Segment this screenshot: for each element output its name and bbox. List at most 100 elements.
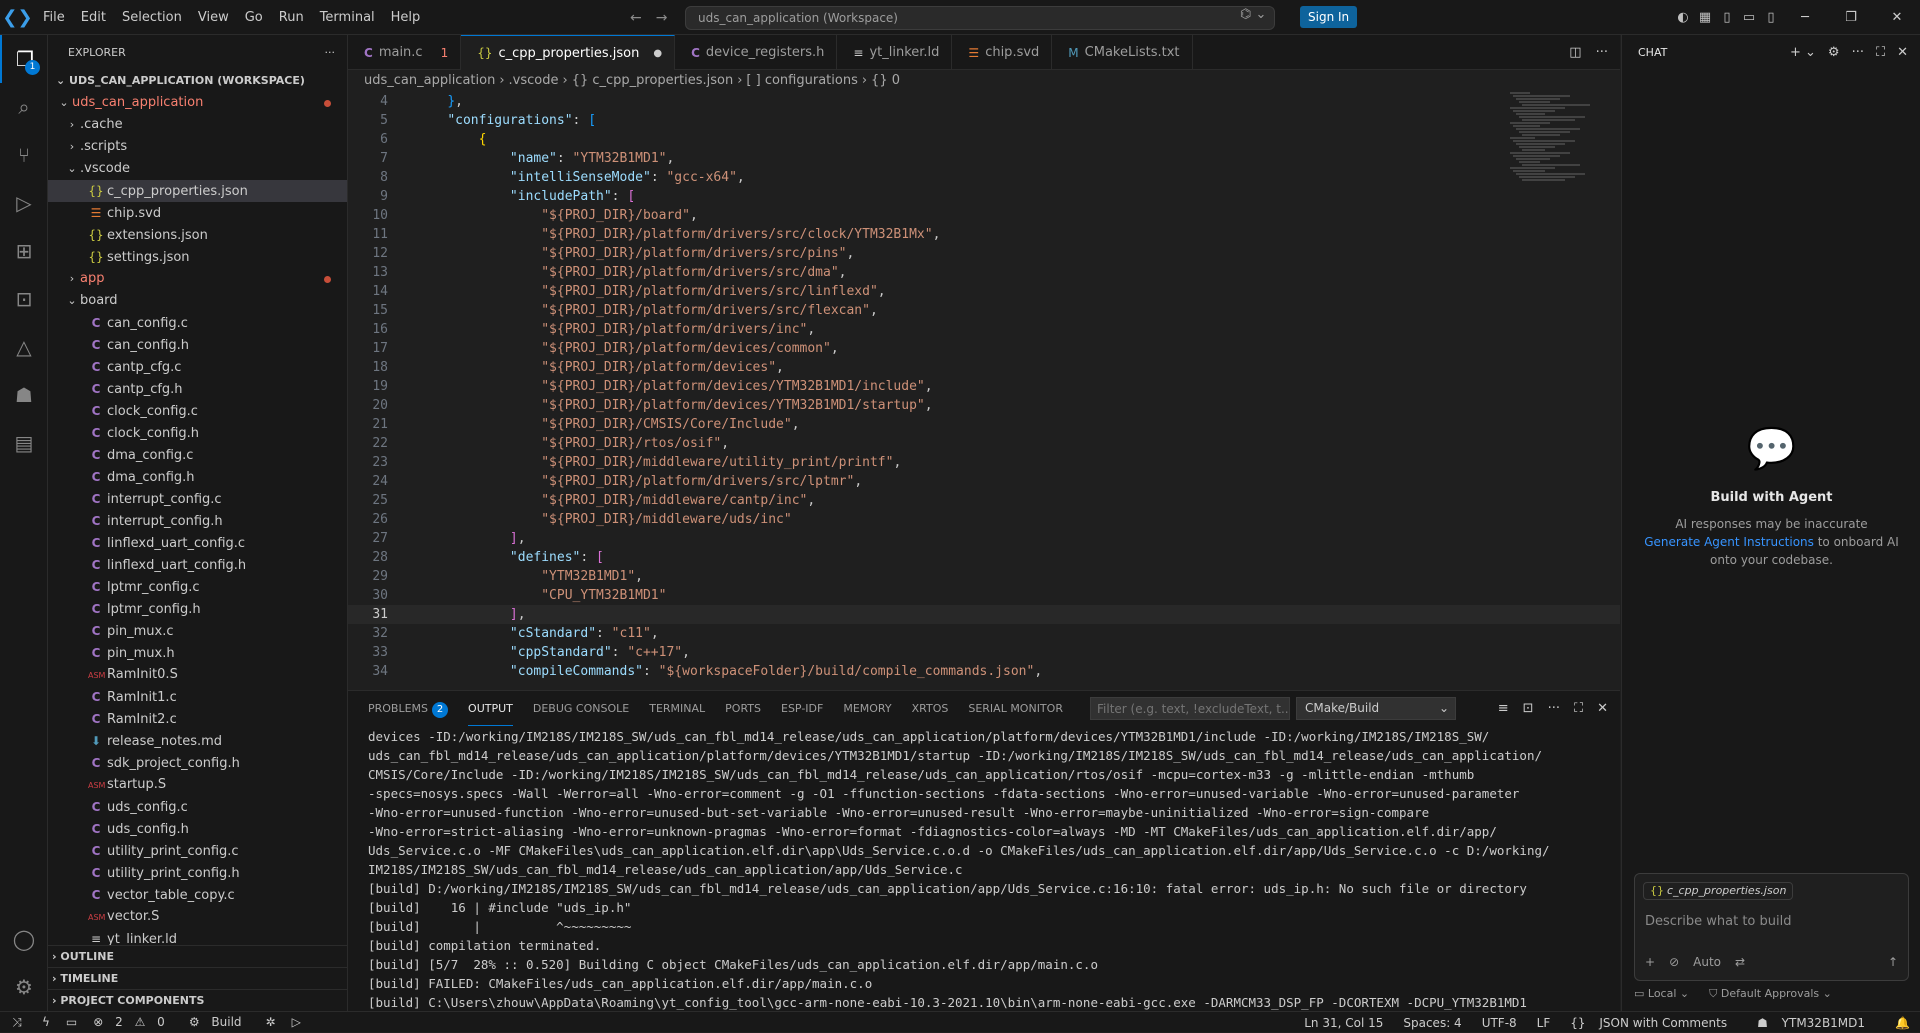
tree-item[interactable]: Ccantp_cfg.c <box>48 356 347 378</box>
restore-icon[interactable]: ❐ <box>1828 0 1874 35</box>
remote-icon[interactable]: ⤨ <box>0 1014 34 1030</box>
minimize-icon[interactable]: ─ <box>1782 0 1828 35</box>
command-center[interactable]: uds_can_application (Workspace) <box>685 6 1275 30</box>
menu-selection[interactable]: Selection <box>114 0 190 35</box>
tree-item[interactable]: Clinflexd_uart_config.c <box>48 532 347 554</box>
tools-icon[interactable]: ⊘ <box>1669 955 1679 969</box>
breadcrumb-item[interactable]: uds_can_application <box>364 73 495 88</box>
tree-item[interactable]: Ccantp_cfg.h <box>48 378 347 400</box>
generate-instructions-link[interactable]: Generate Agent Instructions <box>1644 535 1814 549</box>
tab-main-c[interactable]: Cmain.c 1 <box>348 35 462 70</box>
panel-tab-output[interactable]: OUTPUT <box>468 691 513 726</box>
tree-item[interactable]: Cutility_print_config.h <box>48 862 347 884</box>
more-actions-icon[interactable]: ··· <box>1548 701 1560 716</box>
indentation[interactable]: Spaces: 4 <box>1393 1016 1471 1030</box>
tab-yt-linker-ld[interactable]: ≡ yt_linker.ld <box>837 35 953 70</box>
more-actions-icon[interactable]: ··· <box>325 46 336 59</box>
tree-item[interactable]: ASM vector.S <box>48 906 347 928</box>
cmake-icon[interactable]: △ <box>0 323 48 371</box>
tree-item[interactable]: Cuds_config.h <box>48 818 347 840</box>
explorer-icon[interactable]: ❐ 1 <box>0 35 48 83</box>
lightning-icon[interactable]: ϟ <box>34 1015 58 1029</box>
add-context-icon[interactable]: + <box>1645 955 1655 969</box>
section-outline[interactable]: › OUTLINE <box>48 945 348 967</box>
copilot-icon[interactable]: ⌬ ⌄ <box>1240 7 1266 22</box>
tree-item[interactable]: {} c_cpp_properties.json <box>48 180 347 202</box>
launch-icon[interactable]: ▷ <box>284 1015 309 1029</box>
manage-gear-icon[interactable]: ⚙ <box>0 963 48 1011</box>
terminal-icon[interactable]: ▭ <box>58 1015 85 1029</box>
lock-scroll-icon[interactable]: ⊡ <box>1523 701 1534 716</box>
context-chip[interactable]: {} c_cpp_properties.json <box>1643 882 1794 900</box>
approvals-picker[interactable]: ⛉ Default Approvals ⌄ <box>1709 987 1832 1001</box>
settings-gear-icon[interactable]: ⚙ <box>1828 45 1840 60</box>
split-editor-icon[interactable]: ◫ <box>1569 45 1581 60</box>
tree-item[interactable]: Cpin_mux.c <box>48 620 347 642</box>
workspace-title[interactable]: ⌄ UDS_CAN_APPLICATION (WORKSPACE) <box>48 70 347 92</box>
customize-layout-icon[interactable]: ▦ <box>1694 0 1716 35</box>
new-chat-icon[interactable]: + ⌄ <box>1790 45 1816 60</box>
tree-item[interactable]: Cclock_config.h <box>48 422 347 444</box>
tree-item[interactable]: {} settings.json <box>48 246 347 268</box>
panel-tab-terminal[interactable]: TERMINAL <box>649 691 705 726</box>
output-filter-input[interactable] <box>1090 697 1290 720</box>
send-icon[interactable]: ↑ <box>1888 955 1898 969</box>
panel-tab-memory[interactable]: MEMORY <box>843 691 891 726</box>
more-actions-icon[interactable]: ··· <box>1852 45 1864 60</box>
section-timeline[interactable]: › TIMELINE <box>48 967 348 989</box>
breadcrumb-item[interactable]: {} 0 <box>871 73 900 88</box>
cursor-position[interactable]: Ln 31, Col 15 <box>1294 1016 1393 1030</box>
tree-item[interactable]: Clptmr_config.c <box>48 576 347 598</box>
tree-item[interactable]: Cdma_config.h <box>48 466 347 488</box>
run-debug-icon[interactable]: ▷ <box>0 179 48 227</box>
tree-item[interactable]: Cutility_print_config.c <box>48 840 347 862</box>
maximize-panel-icon[interactable]: ⛶ <box>1574 701 1583 716</box>
tree-item[interactable]: ⌄ .vscode <box>48 158 347 180</box>
accounts-icon[interactable]: ◐ <box>1672 0 1694 35</box>
tree-item[interactable]: Csdk_project_config.h <box>48 752 347 774</box>
tree-item[interactable]: ASM startup.S <box>48 774 347 796</box>
code-editor[interactable]: 4 }, 5 "configurations": [6 {7 "name": "Y… <box>348 92 1620 690</box>
device-icon[interactable]: ▤ <box>0 419 48 467</box>
tree-item[interactable]: Ccan_config.c <box>48 312 347 334</box>
menu-edit[interactable]: Edit <box>73 0 114 35</box>
tree-item[interactable]: {} extensions.json <box>48 224 347 246</box>
tree-item[interactable]: Clinflexd_uart_config.h <box>48 554 347 576</box>
tab-chip-svd[interactable]: ☰ chip.svd <box>952 35 1053 70</box>
output-log[interactable]: devices -ID:/working/IM218S/IM218S_SW/ud… <box>368 727 1608 1012</box>
tree-item[interactable]: ASM RamInit0.S <box>48 664 347 686</box>
panel-tab-xrtos[interactable]: XRTOS <box>912 691 949 726</box>
tree-item[interactable]: ⌄ board <box>48 290 347 312</box>
panel-tab-ports[interactable]: PORTS <box>725 691 761 726</box>
account-icon[interactable]: ◯ <box>0 915 48 963</box>
tree-item[interactable]: Cclock_config.c <box>48 400 347 422</box>
tree-item[interactable]: Ccan_config.h <box>48 334 347 356</box>
breadcrumb-item[interactable]: [ ] configurations <box>746 73 857 88</box>
clear-output-icon[interactable]: ≡ <box>1498 701 1509 716</box>
toggle-primary-sidebar-icon[interactable]: ▯ <box>1716 0 1738 35</box>
close-window-icon[interactable]: ✕ <box>1874 0 1920 35</box>
tab-device-registers-h[interactable]: Cdevice_registers.h <box>675 35 838 70</box>
extensions-icon[interactable]: ⊞ <box>0 227 48 275</box>
toggle-panel-icon[interactable]: ▭ <box>1738 0 1760 35</box>
tree-item[interactable]: › app <box>48 268 347 290</box>
tree-item[interactable]: Cinterrupt_config.c <box>48 488 347 510</box>
panel-tab-esp-idf[interactable]: ESP-IDF <box>781 691 823 726</box>
tree-item[interactable]: Cinterrupt_config.h <box>48 510 347 532</box>
configure-tools-icon[interactable]: ⇄ <box>1735 955 1745 969</box>
tree-item[interactable]: ⬇ release_notes.md <box>48 730 347 752</box>
breadcrumb-item[interactable]: {} c_cpp_properties.json <box>572 73 734 88</box>
minimap[interactable] <box>1510 92 1590 182</box>
tree-item[interactable]: Clptmr_config.h <box>48 598 347 620</box>
language-mode[interactable]: {} JSON with Comments <box>1560 1016 1747 1030</box>
tree-item[interactable]: C RamInit2.c <box>48 708 347 730</box>
close-panel-icon[interactable]: ✕ <box>1597 701 1608 716</box>
close-icon[interactable]: ✕ <box>1897 45 1908 60</box>
forward-arrow-icon[interactable]: → <box>656 10 668 26</box>
tree-item[interactable]: › .cache <box>48 114 347 136</box>
local-picker[interactable]: ▭ Local ⌄ <box>1634 987 1689 1001</box>
build-button[interactable]: ⚙ Build <box>181 1015 258 1029</box>
tree-item[interactable]: › .scripts <box>48 136 347 158</box>
panel-tab-debug-console[interactable]: DEBUG CONSOLE <box>533 691 629 726</box>
tree-item[interactable]: Cvector_table_copy.c <box>48 884 347 906</box>
